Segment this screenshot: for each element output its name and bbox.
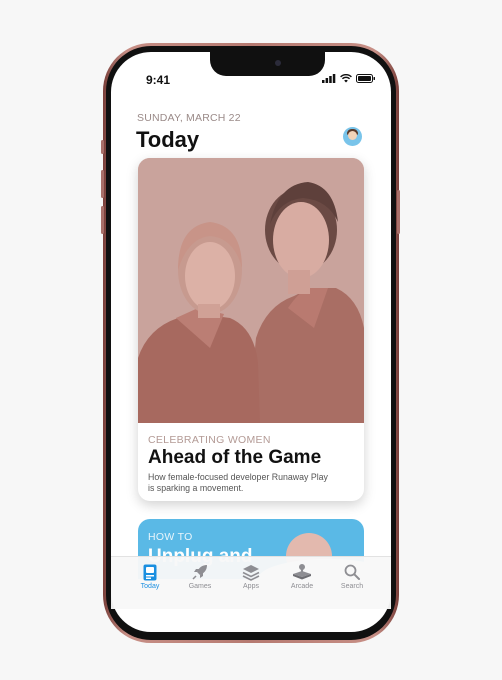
tab-games-label: Games bbox=[188, 583, 212, 590]
date-label: SUNDAY, MARCH 22 bbox=[137, 112, 241, 124]
tab-search-label: Search bbox=[340, 583, 364, 590]
tab-games[interactable]: Games bbox=[175, 563, 225, 590]
notch bbox=[210, 52, 325, 76]
tab-arcade-label: Arcade bbox=[290, 583, 314, 590]
arcade-icon bbox=[293, 564, 311, 580]
secondary-eyebrow: HOW TO bbox=[148, 531, 193, 543]
cellular-signal-icon bbox=[322, 74, 336, 83]
story-subtitle: How female-focused developer Runaway Pla… bbox=[148, 472, 328, 493]
layers-icon bbox=[242, 564, 260, 581]
side-button bbox=[101, 140, 104, 154]
tab-bar: Today Games Apps Arcade Search bbox=[111, 556, 391, 609]
tab-apps[interactable]: Apps bbox=[226, 563, 276, 590]
story-title: Ahead of the Game bbox=[148, 447, 322, 468]
tab-search[interactable]: Search bbox=[327, 563, 377, 590]
page-title: Today bbox=[136, 127, 200, 152]
tab-today[interactable]: Today bbox=[125, 563, 175, 590]
search-icon bbox=[344, 564, 360, 580]
wifi-icon bbox=[340, 74, 352, 83]
volume-up-button bbox=[101, 170, 104, 198]
featured-story-card[interactable]: CELEBRATING WOMEN Ahead of the Game How … bbox=[138, 158, 364, 501]
battery-icon bbox=[356, 74, 375, 83]
volume-down-button bbox=[101, 206, 104, 234]
power-button bbox=[397, 190, 400, 234]
account-avatar[interactable] bbox=[343, 127, 362, 146]
status-icons bbox=[322, 74, 376, 83]
story-eyebrow: CELEBRATING WOMEN bbox=[148, 434, 271, 446]
rocket-icon bbox=[192, 565, 207, 580]
status-time: 9:41 bbox=[146, 73, 171, 87]
tab-today-label: Today bbox=[140, 583, 160, 590]
tab-arcade[interactable]: Arcade bbox=[277, 563, 327, 590]
story-photo bbox=[138, 158, 364, 423]
tab-apps-label: Apps bbox=[243, 583, 259, 590]
today-icon bbox=[143, 564, 157, 580]
